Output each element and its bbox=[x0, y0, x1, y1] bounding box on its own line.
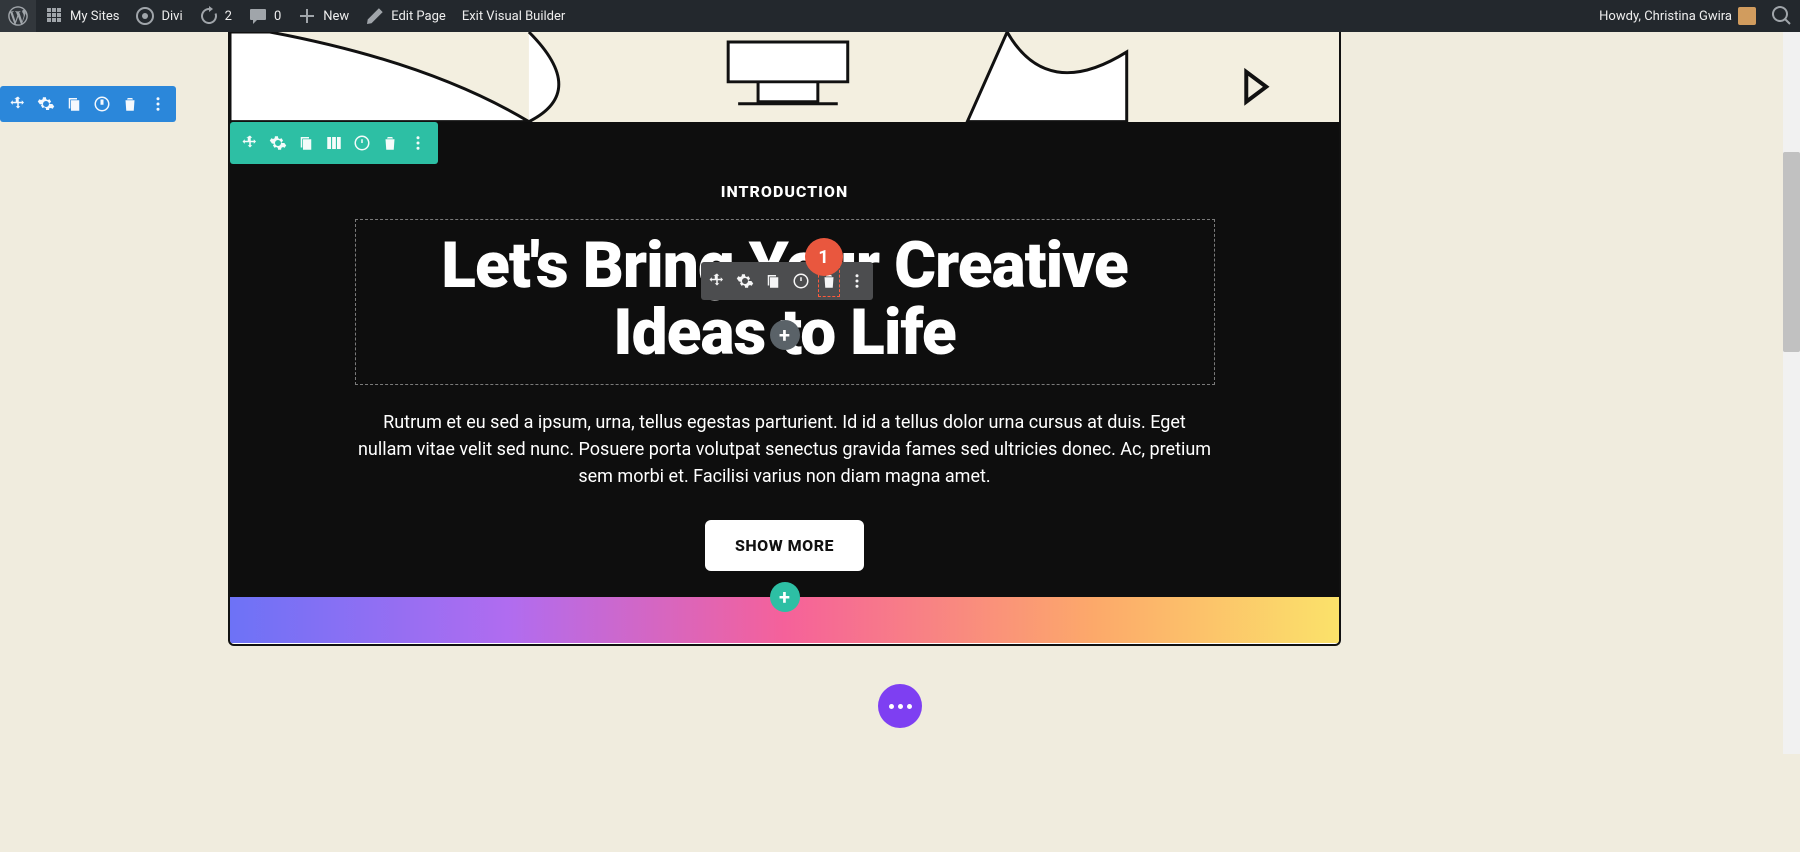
updates-count: 2 bbox=[225, 9, 232, 24]
row-move-button[interactable] bbox=[236, 122, 264, 164]
exit-visual-builder[interactable]: Exit Visual Builder bbox=[454, 0, 573, 32]
section-toolbar bbox=[0, 86, 176, 122]
adminbar-right: Howdy, Christina Gwira bbox=[1591, 0, 1800, 32]
module-toolbar: 1 bbox=[701, 262, 873, 300]
sites-icon bbox=[44, 6, 64, 26]
row-toolbar bbox=[230, 122, 438, 164]
updates-icon bbox=[199, 6, 219, 26]
module-move-button[interactable] bbox=[703, 262, 731, 300]
intro-subheading: INTRODUCTION bbox=[355, 182, 1215, 201]
row-duplicate-button[interactable] bbox=[292, 122, 320, 164]
wp-admin-bar: My Sites Divi 2 0 New bbox=[0, 0, 1800, 32]
module-more-button[interactable] bbox=[843, 262, 871, 300]
intro-body-text: Rutrum et eu sed a ipsum, urna, tellus e… bbox=[355, 409, 1215, 490]
intro-content: INTRODUCTION Let's Bring Your Creative I… bbox=[355, 182, 1215, 571]
adminbar-search[interactable] bbox=[1764, 0, 1800, 32]
section-settings-button[interactable] bbox=[32, 86, 60, 122]
howdy-account[interactable]: Howdy, Christina Gwira bbox=[1591, 0, 1764, 32]
divi-menu[interactable]: Divi bbox=[127, 0, 190, 32]
wordpress-icon bbox=[8, 6, 28, 26]
adminbar-left: My Sites Divi 2 0 New bbox=[0, 0, 573, 32]
module-settings-button[interactable] bbox=[731, 262, 759, 300]
section-delete-button[interactable] bbox=[116, 86, 144, 122]
new-label: New bbox=[323, 9, 349, 24]
builder-canvas: INTRODUCTION Let's Bring Your Creative I… bbox=[228, 32, 1341, 646]
avatar bbox=[1738, 7, 1756, 25]
intro-section: INTRODUCTION Let's Bring Your Creative I… bbox=[230, 122, 1339, 597]
window-scrollbar[interactable] bbox=[1783, 32, 1800, 754]
my-sites-label: My Sites bbox=[70, 9, 119, 24]
divi-label: Divi bbox=[161, 9, 182, 24]
new-content[interactable]: New bbox=[289, 0, 357, 32]
row-more-button[interactable] bbox=[404, 122, 432, 164]
show-more-button[interactable]: SHOW MORE bbox=[705, 520, 864, 571]
wp-logo[interactable] bbox=[0, 0, 36, 32]
scrollbar-thumb[interactable] bbox=[1783, 152, 1800, 352]
comments-icon bbox=[248, 6, 268, 26]
add-module-button[interactable]: + bbox=[770, 320, 800, 350]
step-badge-1: 1 bbox=[805, 238, 843, 276]
section-more-button[interactable] bbox=[144, 86, 172, 122]
search-icon bbox=[1772, 6, 1792, 26]
plus-icon bbox=[297, 6, 317, 26]
section-save-button[interactable] bbox=[88, 86, 116, 122]
comments[interactable]: 0 bbox=[240, 0, 289, 32]
updates[interactable]: 2 bbox=[191, 0, 240, 32]
row-delete-button[interactable] bbox=[376, 122, 404, 164]
section-move-button[interactable] bbox=[4, 86, 32, 122]
divi-icon bbox=[135, 6, 155, 26]
edit-page[interactable]: Edit Page bbox=[357, 0, 454, 32]
my-sites[interactable]: My Sites bbox=[36, 0, 127, 32]
exit-label: Exit Visual Builder bbox=[462, 9, 565, 24]
pencil-icon bbox=[365, 6, 385, 26]
hero-illustration bbox=[230, 32, 1339, 122]
section-duplicate-button[interactable] bbox=[60, 86, 88, 122]
comments-count: 0 bbox=[274, 9, 281, 24]
add-row-button[interactable]: + bbox=[770, 582, 800, 612]
row-settings-button[interactable] bbox=[264, 122, 292, 164]
row-save-button[interactable] bbox=[348, 122, 376, 164]
howdy-label: Howdy, Christina Gwira bbox=[1599, 9, 1732, 24]
ellipsis-icon bbox=[889, 704, 912, 709]
row-columns-button[interactable] bbox=[320, 122, 348, 164]
module-duplicate-button[interactable] bbox=[759, 262, 787, 300]
heading-module[interactable]: Let's Bring Your Creative Ideas to Life … bbox=[355, 219, 1215, 385]
builder-fab[interactable] bbox=[878, 684, 922, 728]
edit-page-label: Edit Page bbox=[391, 9, 446, 24]
